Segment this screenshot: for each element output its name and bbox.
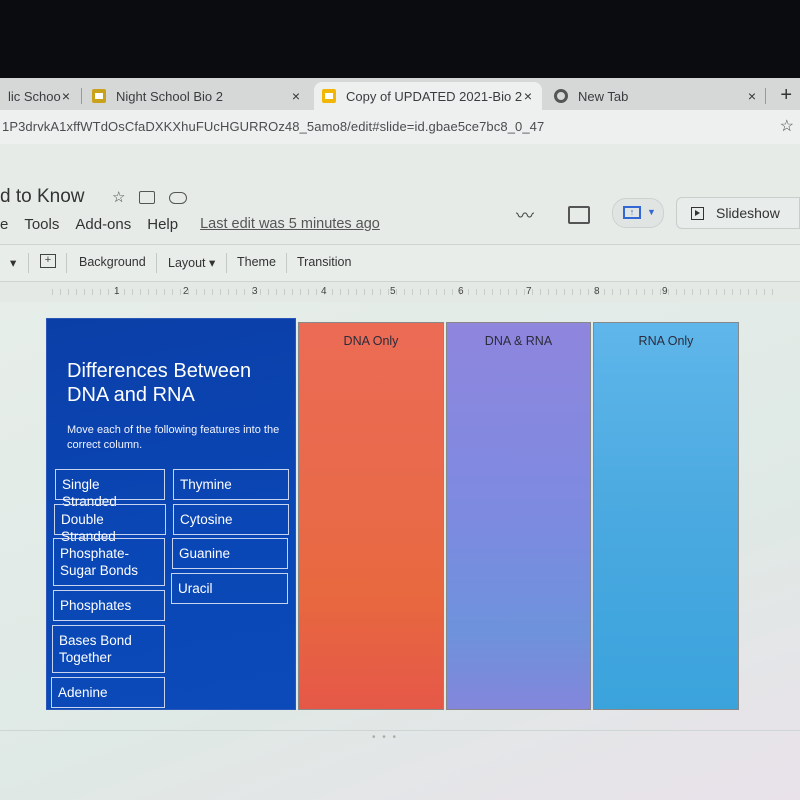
chrome-icon bbox=[554, 89, 568, 103]
tab-divider bbox=[765, 88, 766, 104]
speaker-notes-divider bbox=[0, 730, 800, 731]
google-slides-icon bbox=[322, 89, 336, 103]
chevron-down-icon[interactable]: ▾ bbox=[10, 255, 16, 270]
toolbar-divider bbox=[286, 253, 287, 273]
url-text[interactable]: 1P3drvkA1xffWTdOsCfaDXKXhuFUcHGURROz48_5… bbox=[2, 119, 544, 134]
ruler-mark: 4 bbox=[321, 286, 327, 297]
close-icon[interactable]: × bbox=[748, 88, 756, 104]
document-title[interactable]: d to Know bbox=[0, 186, 85, 208]
toolbar-divider bbox=[28, 253, 29, 273]
tab-public-school[interactable]: lic Schoo × bbox=[0, 82, 80, 110]
feature-chip-adenine[interactable]: Adenine bbox=[51, 677, 165, 708]
menu-item-add-ons[interactable]: Add-ons bbox=[75, 216, 131, 233]
column-label: DNA Only bbox=[343, 334, 399, 348]
close-icon[interactable]: × bbox=[62, 88, 70, 104]
instruction-panel: Differences Between DNA and RNA Move eac… bbox=[46, 318, 296, 710]
cloud-saved-icon[interactable] bbox=[169, 192, 188, 204]
present-icon: ↑ bbox=[623, 206, 641, 219]
column-rna-only[interactable]: RNA Only bbox=[593, 322, 739, 710]
menu-item-tools[interactable]: Tools bbox=[24, 216, 59, 233]
title-icons: ☆ bbox=[112, 188, 188, 206]
toolbar: ▾ + Background Layout ▾ Theme Transition bbox=[0, 244, 800, 282]
column-label: DNA & RNA bbox=[484, 334, 553, 348]
ruler-mark: 9 bbox=[662, 286, 668, 297]
tab-divider bbox=[81, 88, 82, 104]
tab-strip: lic Schoo × Night School Bio 2 × Copy of… bbox=[0, 78, 800, 110]
tab-label: Copy of UPDATED 2021-Bio 2 bbox=[346, 88, 523, 104]
feature-chip-phosphates[interactable]: Phosphates bbox=[53, 590, 165, 621]
ruler-mark: 1 bbox=[114, 286, 120, 297]
tab-night-school-bio[interactable]: Night School Bio 2 × bbox=[84, 82, 310, 110]
column-dna-only[interactable]: DNA Only bbox=[298, 322, 444, 710]
feature-chip-phosphate-sugar-bonds[interactable]: Phosphate- Sugar Bonds bbox=[53, 538, 165, 586]
ruler-mark: 2 bbox=[183, 286, 189, 297]
feature-chip-uracil[interactable]: Uracil bbox=[171, 573, 288, 604]
slideshow-label: Slideshow bbox=[716, 205, 780, 221]
last-edit-link[interactable]: Last edit was 5 minutes ago bbox=[200, 216, 380, 233]
ruler-mark: 6 bbox=[458, 286, 464, 297]
feature-chip-cytosine[interactable]: Cytosine bbox=[173, 504, 289, 535]
comment-history-icon[interactable] bbox=[568, 206, 590, 224]
ruler-mark: 5 bbox=[390, 286, 396, 297]
close-icon[interactable]: × bbox=[524, 88, 532, 104]
ruler-mark: 3 bbox=[252, 286, 258, 297]
slide-title[interactable]: Differences Between DNA and RNA bbox=[67, 359, 287, 407]
add-comment-icon[interactable]: + bbox=[40, 254, 56, 268]
ruler-mark: 8 bbox=[594, 286, 600, 297]
feature-chip-double-stranded[interactable]: Double Stranded bbox=[54, 504, 166, 544]
toolbar-divider bbox=[66, 253, 67, 273]
feature-chip-thymine[interactable]: Thymine bbox=[173, 469, 289, 500]
feature-chip-single-stranded[interactable]: Single Stranded bbox=[55, 469, 165, 509]
present-button[interactable]: ↑ ▼ bbox=[612, 198, 664, 228]
toolbar-divider bbox=[226, 253, 227, 273]
browser-window: lic Schoo × Night School Bio 2 × Copy of… bbox=[0, 78, 800, 800]
new-tab-button[interactable]: + bbox=[780, 84, 792, 107]
transition-button[interactable]: Transition bbox=[297, 255, 351, 269]
feature-chip-guanine[interactable]: Guanine bbox=[172, 538, 288, 569]
slideshow-button[interactable]: Slideshow bbox=[676, 197, 800, 229]
move-to-folder-icon[interactable] bbox=[139, 191, 156, 204]
tab-new-tab[interactable]: New Tab × bbox=[546, 82, 766, 110]
toolbar-divider bbox=[156, 253, 157, 273]
close-icon[interactable]: × bbox=[292, 88, 300, 104]
menu-item-help[interactable]: Help bbox=[147, 216, 178, 233]
google-classroom-icon bbox=[92, 89, 106, 103]
resize-handle[interactable]: • • • bbox=[372, 732, 398, 743]
background-button[interactable]: Background bbox=[79, 255, 146, 269]
tab-label: lic Schoo bbox=[8, 88, 61, 104]
chevron-down-icon: ▼ bbox=[647, 207, 656, 217]
layout-button[interactable]: Layout ▾ bbox=[168, 255, 215, 270]
theme-button[interactable]: Theme bbox=[237, 255, 276, 269]
play-icon bbox=[691, 206, 704, 220]
menu-item-slide[interactable]: e bbox=[0, 216, 8, 233]
tab-label: New Tab bbox=[578, 88, 629, 104]
address-bar[interactable]: 1P3drvkA1xffWTdOsCfaDXKXhuFUcHGURROz48_5… bbox=[0, 110, 800, 144]
activity-dashboard-icon[interactable]: 〰 bbox=[516, 202, 534, 228]
ruler-mark: 7 bbox=[526, 286, 532, 297]
bookmark-star-icon[interactable]: ☆ bbox=[780, 116, 794, 136]
column-label: RNA Only bbox=[638, 334, 694, 348]
tab-copy-of-updated[interactable]: Copy of UPDATED 2021-Bio 2 × bbox=[314, 82, 542, 110]
slide-instructions[interactable]: Move each of the following features into… bbox=[67, 423, 287, 453]
menu-bar: e Tools Add-ons Help Last edit was 5 min… bbox=[0, 216, 380, 233]
feature-chip-bases-bond-together[interactable]: Bases Bond Together bbox=[52, 625, 165, 673]
column-dna-and-rna[interactable]: DNA & RNA bbox=[446, 322, 591, 710]
ruler[interactable]: 1 2 3 4 5 6 7 8 9 bbox=[52, 286, 780, 297]
slide-canvas[interactable]: Differences Between DNA and RNA Move eac… bbox=[0, 302, 800, 800]
star-icon[interactable]: ☆ bbox=[112, 188, 125, 206]
tab-label: Night School Bio 2 bbox=[116, 88, 223, 104]
slides-header: d to Know ☆ e Tools Add-ons Help Last ed… bbox=[0, 144, 800, 244]
